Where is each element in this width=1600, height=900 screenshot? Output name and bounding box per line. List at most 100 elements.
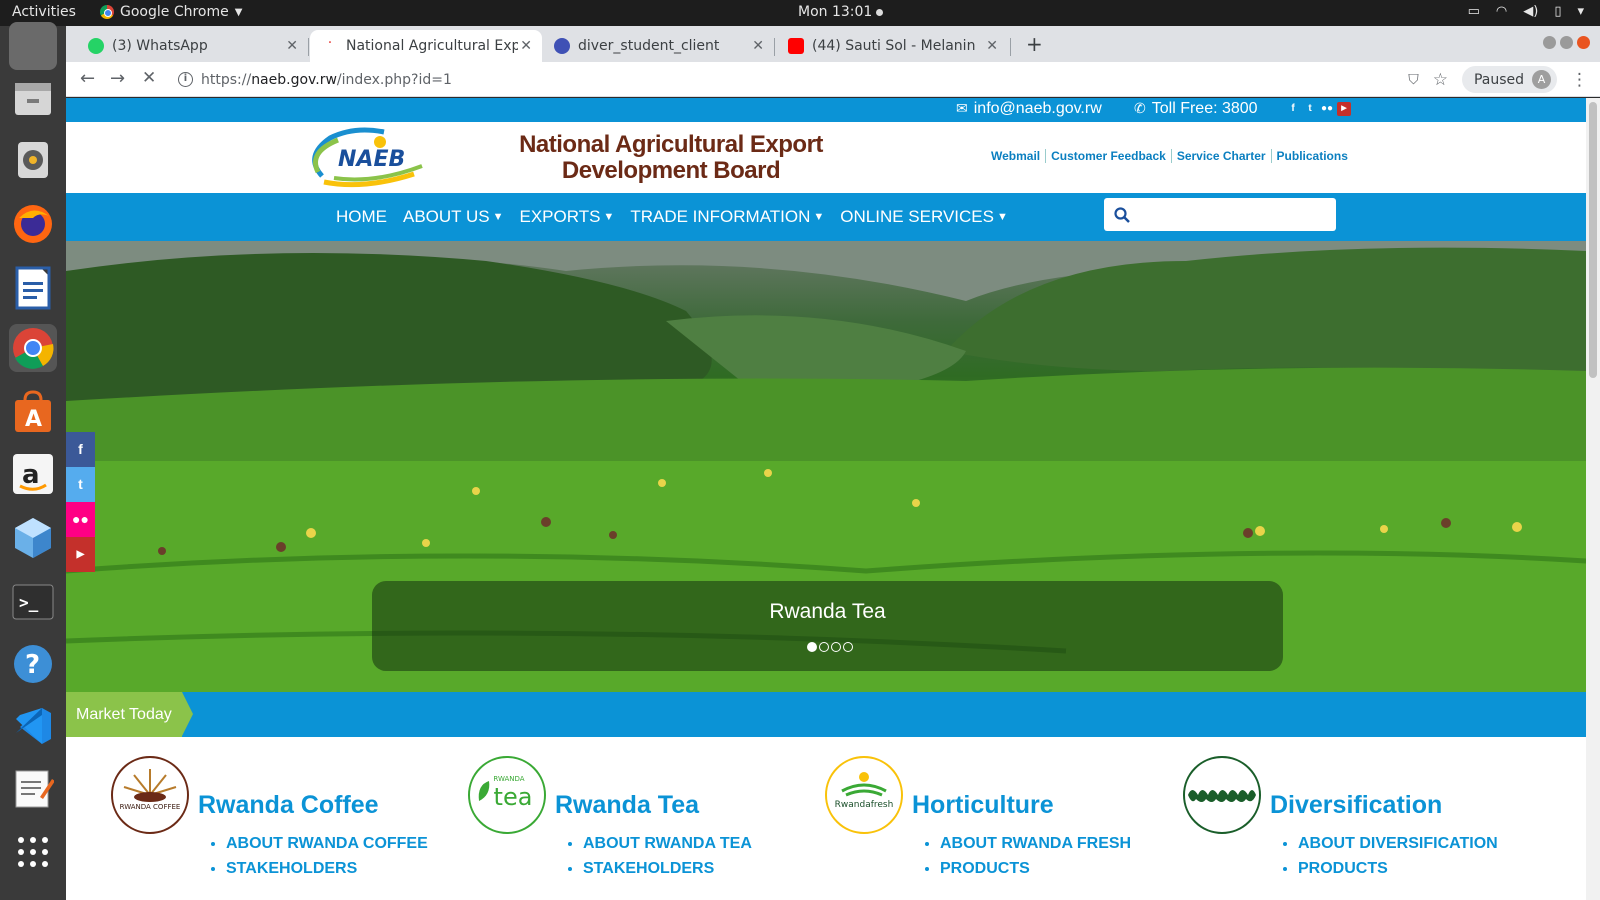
software-center-icon[interactable]: A xyxy=(9,388,57,436)
slide-dot-1[interactable] xyxy=(807,642,817,652)
whatsapp-icon xyxy=(88,38,104,54)
email-text: info@naeb.gov.rw xyxy=(973,100,1102,117)
close-icon[interactable]: ✕ xyxy=(520,38,532,54)
customer-feedback-link[interactable]: Customer Feedback xyxy=(1046,149,1172,163)
activities-button[interactable]: Activities xyxy=(12,4,76,20)
facebook-icon[interactable]: f xyxy=(66,432,95,467)
scrollbar-thumb[interactable] xyxy=(1589,102,1597,378)
tab-strip: (3) WhatsApp ✕ · National Agricultural E… xyxy=(66,26,1600,62)
writer-icon[interactable] xyxy=(9,264,57,312)
naeb-logo[interactable]: NAEB xyxy=(304,126,428,188)
bookmark-star-icon[interactable]: ☆ xyxy=(1433,70,1448,90)
tab-youtube[interactable]: (44) Sauti Sol - Melanin ✕ xyxy=(776,30,1008,62)
profile-button[interactable]: Paused A xyxy=(1461,66,1557,93)
org-title: National Agricultural Export Development… xyxy=(506,132,836,184)
firefox-icon[interactable] xyxy=(9,200,57,248)
back-button[interactable]: ← xyxy=(80,68,95,89)
tab-separator xyxy=(308,38,309,56)
extension-icon[interactable]: ⛉ xyxy=(1408,72,1419,88)
help-icon[interactable]: ? xyxy=(9,640,57,688)
site-info-icon[interactable]: i xyxy=(178,72,193,87)
close-icon[interactable]: ✕ xyxy=(286,38,298,54)
stop-loading-button[interactable]: ✕ xyxy=(142,68,156,88)
sound-icon[interactable] xyxy=(9,136,57,184)
facebook-icon[interactable]: f xyxy=(1286,102,1300,116)
window-close-button[interactable] xyxy=(1577,36,1590,49)
amazon-icon[interactable]: a xyxy=(9,450,57,498)
sector-title[interactable]: Rwanda Coffee xyxy=(198,791,379,820)
app-menu[interactable]: Google Chrome ▼ xyxy=(100,4,242,20)
clock[interactable]: Mon 13:01 xyxy=(798,4,884,20)
flickr-icon[interactable]: ●● xyxy=(66,502,95,537)
rwanda-tea-logo[interactable]: RWANDA tea xyxy=(467,755,547,835)
slide-dot-4[interactable] xyxy=(843,642,853,652)
terminal-icon[interactable]: >_ xyxy=(9,578,57,626)
system-tray[interactable]: ▭ ◠ ◀) ▯ ▾ xyxy=(1468,4,1584,19)
text-editor-icon[interactable] xyxy=(9,764,57,812)
nav-exports[interactable]: EXPORTS ▼ xyxy=(519,207,614,227)
sector-link[interactable]: PRODUCTS xyxy=(1298,860,1498,878)
tab-diver-student-client[interactable]: diver_student_client ✕ xyxy=(542,30,774,62)
sectors-section: RWANDA COFFEE Rwanda Coffee ABOUT RWANDA… xyxy=(66,737,1586,900)
youtube-icon[interactable]: ▶ xyxy=(1337,102,1351,116)
webmail-link[interactable]: Webmail xyxy=(986,149,1047,163)
diversification-logo[interactable] xyxy=(1182,755,1262,835)
vscode-icon[interactable] xyxy=(9,702,57,750)
close-icon[interactable]: ✕ xyxy=(752,38,764,54)
tab-whatsapp[interactable]: (3) WhatsApp ✕ xyxy=(76,30,308,62)
volume-icon: ◀) xyxy=(1523,4,1539,19)
sector-link[interactable]: ABOUT RWANDA FRESH xyxy=(940,835,1131,853)
file-manager-icon[interactable] xyxy=(9,74,57,122)
url-path: /index.php?id=1 xyxy=(336,71,452,88)
youtube-icon[interactable]: ▶ xyxy=(66,537,95,572)
more-menu-icon[interactable]: ⋮ xyxy=(1571,70,1588,90)
twitter-icon[interactable]: t xyxy=(1303,102,1317,116)
market-today-bar: Market Today xyxy=(66,692,1586,737)
sector-link[interactable]: PRODUCTS xyxy=(940,860,1131,878)
app-menu-label: Google Chrome xyxy=(120,4,229,20)
slide-dot-2[interactable] xyxy=(819,642,829,652)
sector-link[interactable]: ABOUT RWANDA TEA xyxy=(583,835,752,853)
nav-about-us[interactable]: ABOUT US ▼ xyxy=(403,207,503,227)
close-icon[interactable]: ✕ xyxy=(986,38,998,54)
forward-button[interactable]: → xyxy=(110,68,125,89)
minimize-button[interactable] xyxy=(1543,36,1556,49)
sector-links: ABOUT RWANDA TEA STAKEHOLDERS xyxy=(565,835,752,885)
sector-link[interactable]: ABOUT RWANDA COFFEE xyxy=(226,835,428,853)
page-scrollbar[interactable] xyxy=(1586,98,1600,900)
sector-link[interactable]: ABOUT DIVERSIFICATION xyxy=(1298,835,1498,853)
slide-dot-3[interactable] xyxy=(831,642,841,652)
service-charter-link[interactable]: Service Charter xyxy=(1172,149,1272,163)
cube-icon[interactable] xyxy=(9,514,57,562)
maximize-button[interactable] xyxy=(1560,36,1573,49)
nav-home[interactable]: HOME xyxy=(336,207,387,227)
tab-title: (44) Sauti Sol - Melanin xyxy=(812,38,976,54)
address-bar[interactable]: i https://naeb.gov.rw/index.php?id=1 xyxy=(178,66,1418,93)
sector-title[interactable]: Rwanda Tea xyxy=(555,791,699,820)
tab-title: National Agricultural Exp xyxy=(346,38,518,54)
rwanda-coffee-logo[interactable]: RWANDA COFFEE xyxy=(110,755,190,835)
contact-email[interactable]: ✉ info@naeb.gov.rw xyxy=(956,100,1102,118)
badge-text: tea xyxy=(494,783,533,811)
flickr-icon[interactable]: ●● xyxy=(1320,102,1334,116)
site-search-input[interactable] xyxy=(1104,198,1336,231)
profile-status: Paused xyxy=(1473,71,1524,88)
app-grid-icon[interactable] xyxy=(9,828,57,876)
floating-social-bar: f t ●● ▶ xyxy=(66,432,95,572)
twitter-icon[interactable]: t xyxy=(66,467,95,502)
sector-title[interactable]: Horticulture xyxy=(912,791,1054,820)
nav-trade-information[interactable]: TRADE INFORMATION ▼ xyxy=(630,207,824,227)
search-icon xyxy=(1114,206,1130,223)
sector-link[interactable]: STAKEHOLDERS xyxy=(226,860,428,878)
badge-text: Rwandafresh xyxy=(835,800,894,810)
hero-slider[interactable]: Rwanda Tea xyxy=(66,241,1586,692)
rwandafresh-logo[interactable]: Rwandafresh xyxy=(824,755,904,835)
sector-link[interactable]: STAKEHOLDERS xyxy=(583,860,752,878)
sector-title[interactable]: Diversification xyxy=(1270,791,1442,820)
nav-online-services[interactable]: ONLINE SERVICES ▼ xyxy=(840,207,1008,227)
new-tab-button[interactable]: + xyxy=(1026,32,1043,56)
chrome-icon[interactable] xyxy=(9,324,57,372)
publications-link[interactable]: Publications xyxy=(1272,149,1353,163)
tab-naeb[interactable]: · National Agricultural Exp ✕ xyxy=(310,30,542,62)
files-icon[interactable] xyxy=(9,22,57,70)
